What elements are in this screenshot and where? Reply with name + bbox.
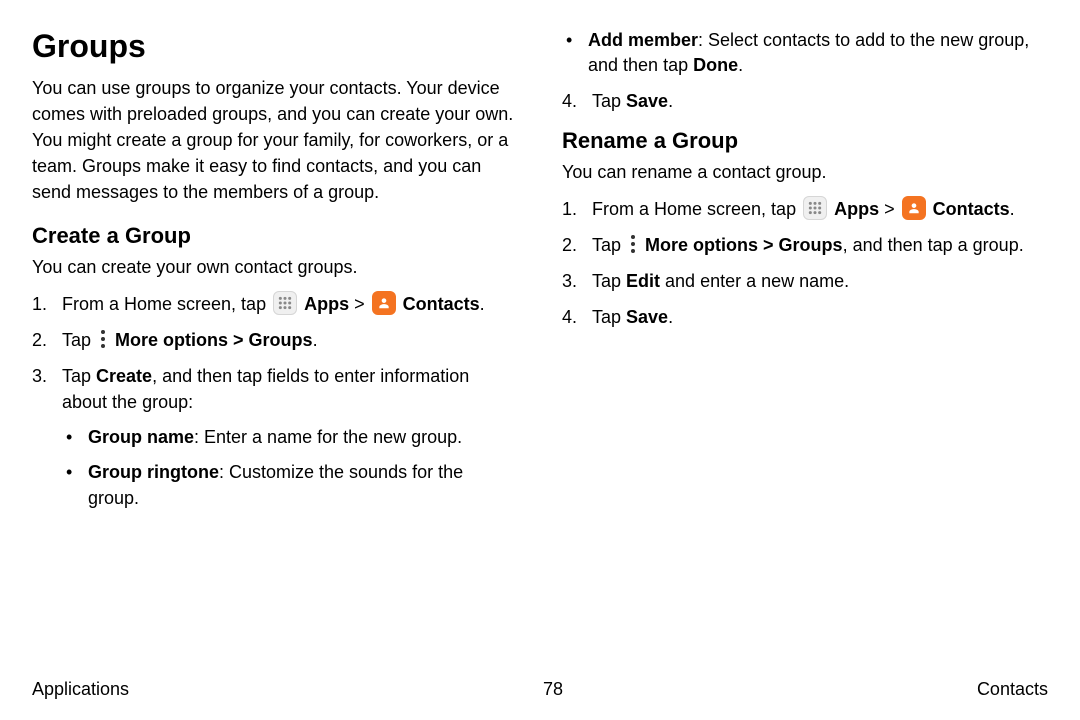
- rename-step-4: Tap Save.: [562, 304, 1048, 330]
- more-options-label: More options > Groups: [115, 330, 313, 350]
- step-text-post: , and then tap a group.: [843, 235, 1024, 255]
- intro-text: You can use groups to organize your cont…: [32, 75, 518, 205]
- arrow-text: >: [354, 294, 370, 314]
- contacts-icon: [372, 291, 396, 315]
- edit-bold: Edit: [626, 271, 660, 291]
- apps-icon: [803, 196, 827, 220]
- arrow-text: >: [884, 199, 900, 219]
- period: .: [738, 55, 743, 75]
- more-options-icon: [628, 233, 638, 255]
- left-column: Groups You can use groups to organize yo…: [32, 28, 518, 511]
- apps-icon: [273, 291, 297, 315]
- bullet-bold: Add member: [588, 30, 698, 50]
- create-step-1: From a Home screen, tap Apps > Contacts.: [32, 291, 518, 317]
- bullet-bold: Group ringtone: [88, 462, 219, 482]
- rename-group-sub: You can rename a contact group.: [562, 160, 1048, 185]
- step-text-post: and enter a new name.: [660, 271, 849, 291]
- page-title: Groups: [32, 28, 518, 65]
- manual-page: Groups You can use groups to organize yo…: [0, 0, 1080, 720]
- footer-left: Applications: [32, 679, 129, 700]
- more-options-label: More options > Groups: [645, 235, 843, 255]
- create-bold: Create: [96, 366, 152, 386]
- period: .: [313, 330, 318, 350]
- page-footer: Applications 78 Contacts: [32, 679, 1048, 700]
- step-text: Tap: [592, 91, 626, 111]
- create-step-4: Tap Save.: [562, 88, 1048, 114]
- rename-group-heading: Rename a Group: [562, 128, 1048, 154]
- create-group-heading: Create a Group: [32, 223, 518, 249]
- rename-step-3: Tap Edit and enter a new name.: [562, 268, 1048, 294]
- create-bullets-continued: Add member: Select contacts to add to th…: [562, 28, 1048, 78]
- more-options-icon: [98, 328, 108, 350]
- step-text: From a Home screen, tap: [592, 199, 801, 219]
- create-group-steps: From a Home screen, tap Apps > Contacts.…: [32, 291, 518, 511]
- step-text: Tap: [62, 366, 96, 386]
- contacts-icon: [902, 196, 926, 220]
- period: .: [668, 307, 673, 327]
- step-text: Tap: [592, 271, 626, 291]
- apps-label: Apps: [834, 199, 879, 219]
- right-column: Add member: Select contacts to add to th…: [562, 28, 1048, 511]
- step-text: Tap: [592, 307, 626, 327]
- rename-step-1: From a Home screen, tap Apps > Contacts.: [562, 196, 1048, 222]
- contacts-label: Contacts: [933, 199, 1010, 219]
- apps-label: Apps: [304, 294, 349, 314]
- bullet-bold: Group name: [88, 427, 194, 447]
- save-bold: Save: [626, 91, 668, 111]
- step-text: From a Home screen, tap: [62, 294, 271, 314]
- create-group-sub: You can create your own contact groups.: [32, 255, 518, 280]
- done-bold: Done: [693, 55, 738, 75]
- rename-group-steps: From a Home screen, tap Apps > Contacts.…: [562, 196, 1048, 331]
- footer-right: Contacts: [977, 679, 1048, 700]
- create-sub-bullets: Group name: Enter a name for the new gro…: [62, 425, 518, 511]
- bullet-group-name: Group name: Enter a name for the new gro…: [62, 425, 518, 450]
- footer-page-number: 78: [543, 679, 563, 700]
- period: .: [480, 294, 485, 314]
- period: .: [668, 91, 673, 111]
- step-text: Tap: [62, 330, 96, 350]
- bullet-group-ringtone: Group ringtone: Customize the sounds for…: [62, 460, 518, 510]
- step-text: Tap: [592, 235, 626, 255]
- save-bold: Save: [626, 307, 668, 327]
- create-step-2: Tap More options > Groups.: [32, 327, 518, 353]
- bullet-rest: : Enter a name for the new group.: [194, 427, 462, 447]
- bullet-add-member: Add member: Select contacts to add to th…: [562, 28, 1048, 78]
- contacts-label: Contacts: [403, 294, 480, 314]
- content-columns: Groups You can use groups to organize yo…: [32, 28, 1048, 511]
- rename-step-2: Tap More options > Groups, and then tap …: [562, 232, 1048, 258]
- period: .: [1010, 199, 1015, 219]
- create-step-3: Tap Create, and then tap fields to enter…: [32, 363, 518, 511]
- create-steps-continued: Tap Save.: [562, 88, 1048, 114]
